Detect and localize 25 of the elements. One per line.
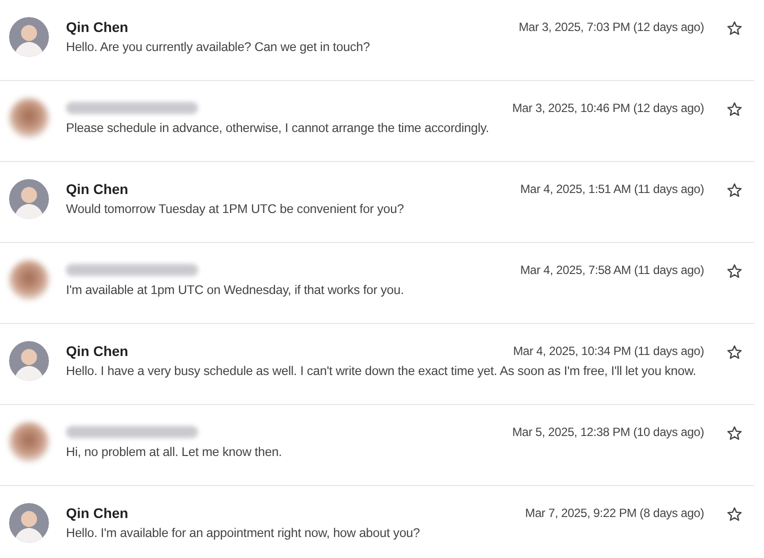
- blurred-avatar: [9, 260, 49, 300]
- sender-name: Qin Chen: [66, 19, 128, 35]
- message-text: I'm available at 1pm UTC on Wednesday, if that works for you.: [66, 283, 405, 297]
- sender-name: Qin Chen: [66, 505, 128, 521]
- message-date: Mar 4, 2025, 1:51 AM (11 days ago): [520, 182, 704, 196]
- message-text: Hello. I'm available for an appointment right now, how about you?: [66, 526, 421, 540]
- blurred-avatar: [9, 422, 49, 462]
- message-text: Hi, no problem at all. Let me know then.: [66, 445, 283, 459]
- avatar-icon: [9, 341, 49, 381]
- avatar-icon: [9, 17, 49, 57]
- message-text: Hello. I have a very busy schedule as well. I can't write down the exact time yet. As soon as I'm free, I'll let you know.: [66, 364, 698, 378]
- sender-name: Qin Chen: [66, 343, 128, 359]
- message-date: Mar 4, 2025, 10:34 PM (11 days ago): [513, 344, 704, 358]
- message-date: Mar 5, 2025, 12:38 PM (10 days ago): [512, 425, 704, 439]
- avatar-icon: [9, 179, 49, 219]
- avatar-icon: [9, 503, 49, 543]
- blurred-avatar: [9, 98, 49, 138]
- message-date: Mar 4, 2025, 7:58 AM (11 days ago): [520, 263, 704, 277]
- message-text: Please schedule in advance, otherwise, I cannot arrange the time accordingly.: [66, 121, 490, 135]
- message-text: Would tomorrow Tuesday at 1PM UTC be convenient for you?: [66, 202, 405, 216]
- message-date: Mar 3, 2025, 10:46 PM (12 days ago): [512, 101, 704, 115]
- message-text: Hello. Are you currently available? Can we get in touch?: [66, 40, 371, 54]
- message-date: Mar 3, 2025, 7:03 PM (12 days ago): [518, 20, 704, 34]
- message-date: Mar 7, 2025, 9:22 PM (8 days ago): [525, 506, 704, 520]
- sender-name: Qin Chen: [66, 181, 128, 197]
